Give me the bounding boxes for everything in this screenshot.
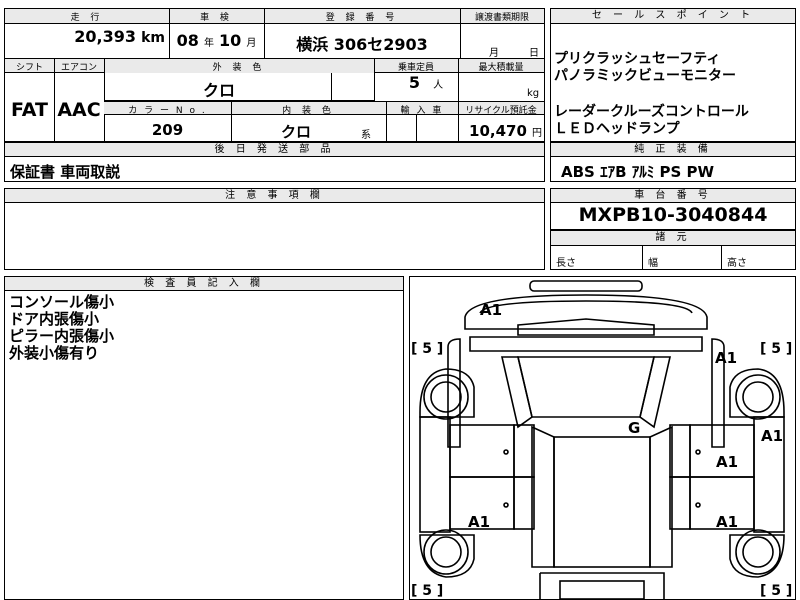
vehicle-info-table: 走 行 車 検 登 録 番 号 譲渡書類期限 20,393 km 08 年 10… <box>4 8 545 142</box>
later-parts-section: 後 日 発 送 部 品 保証書 車両取説 <box>4 142 545 182</box>
damage-mark-a1: A1 <box>715 349 738 367</box>
transfer-deadline-label: 譲渡書類期限 <box>474 13 529 23</box>
max-load-unit: kg <box>527 88 540 99</box>
exterior-color-label: 外 装 色 <box>212 63 266 73</box>
spec-length-label: 長さ <box>556 258 576 269</box>
notes-header: 注 意 事 項 欄 <box>5 189 544 203</box>
capacity-value-cell: 5 人 <box>374 73 458 92</box>
notes-section: 注 意 事 項 欄 <box>4 188 545 270</box>
tyre-depth-rear-right: [ 5 ] <box>760 583 793 599</box>
interior-suffix: 系 <box>361 130 371 141</box>
damage-mark-a1: A1 <box>716 453 739 471</box>
tyre-depth-rear-left: [ 5 ] <box>411 583 444 599</box>
shift-value: FAT <box>11 99 48 121</box>
transfer-day-unit: 日 <box>529 48 539 59</box>
shift-label: シフト <box>15 63 43 73</box>
inspection-label: 車 検 <box>200 13 233 23</box>
chassis-number: MXPB10-3040844 <box>578 204 768 226</box>
recycle-value-cell: 10,470 円 <box>458 121 542 140</box>
transfer-month-unit: 月 <box>489 48 499 59</box>
month-unit: 月 <box>246 38 257 49</box>
damage-mark-a1: A1 <box>761 427 784 445</box>
tyre-depth-front-left: [ 5 ] <box>411 341 444 357</box>
mileage-value: 20,393 <box>74 27 136 46</box>
inspector-line: ピラー内張傷小 <box>9 327 115 345</box>
color-no-label: カ ラ ー N o . <box>128 106 207 116</box>
specs-header: 諸 元 <box>551 231 795 246</box>
sales-line: ＬＥＤヘッドランプ <box>554 121 680 137</box>
exterior-color-value: クロ <box>202 81 235 100</box>
inspection-value-cell: 08 年 10 月 <box>169 31 264 50</box>
damage-mark-a1: A1 <box>468 513 491 531</box>
car-diagram: A1 A1 A1 A1 A1 A1 G [ 5 ] [ 5 ] [ 5 ] [ … <box>409 276 796 600</box>
chassis-section: 車 台 番 号 MXPB10-3040844 <box>550 188 796 230</box>
interior-color-value: クロ <box>280 123 311 141</box>
import-label: 輸 入 車 <box>400 106 444 116</box>
specs-section: 諸 元 長さ 幅 高さ <box>550 230 796 270</box>
mileage-label: 走 行 <box>70 13 104 23</box>
later-parts-value: 保証書 車両取説 <box>10 163 121 181</box>
chassis-header: 車 台 番 号 <box>551 189 795 203</box>
mileage-unit: km <box>141 30 165 46</box>
capacity-unit: 人 <box>433 80 444 91</box>
sales-line: パノラミックビューモニター <box>554 68 736 84</box>
inspector-line: コンソール傷小 <box>9 293 115 311</box>
color-no-value: 209 <box>151 121 184 139</box>
damage-mark-g: G <box>628 419 641 437</box>
capacity-label: 乗車定員 <box>397 63 434 73</box>
sales-point-section: セ ー ル ス ポ イ ン ト プリクラッシュセーフティ パノラミックビューモニ… <box>550 8 796 142</box>
damage-mark-a1: A1 <box>480 301 503 319</box>
plate-number: 横浜 306セ2903 <box>296 35 428 54</box>
inspector-line: ドア内張傷小 <box>9 310 100 328</box>
sales-point-header: セ ー ル ス ポ イ ン ト <box>551 9 795 24</box>
sales-line: レーダークルーズコントロール <box>554 104 749 120</box>
recycle-label: リサイクル預託金 <box>465 106 537 116</box>
equipment-header: 純 正 装 備 <box>551 143 795 157</box>
recycle-value: 10,470 <box>469 122 527 140</box>
max-load-label: 最大積載量 <box>478 63 524 73</box>
tyre-depth-front-right: [ 5 ] <box>760 341 793 357</box>
mileage-value-cell: 20,393 km <box>5 27 165 46</box>
interior-color-label: 内 装 色 <box>282 106 335 116</box>
capacity-value: 5 <box>408 73 421 92</box>
inspector-section: 検 査 員 記 入 欄 コンソール傷小 ドア内張傷小 ピラー内張傷小 外装小傷有… <box>4 276 404 600</box>
recycle-unit: 円 <box>532 128 542 139</box>
aircon-label: エアコン <box>60 63 97 73</box>
car-outline-icon <box>419 280 785 599</box>
inspector-line: 外装小傷有り <box>9 344 100 362</box>
damage-mark-a1: A1 <box>716 513 739 531</box>
equipment-section: 純 正 装 備 ABS ｴｱB ｱﾙﾐ PS PW <box>550 142 796 182</box>
spec-height-label: 高さ <box>727 258 747 269</box>
spec-width-label: 幅 <box>648 258 658 269</box>
equipment-value: ABS ｴｱB ｱﾙﾐ PS PW <box>561 163 715 181</box>
sales-line: プリクラッシュセーフティ <box>554 51 721 67</box>
registration-label: 登 録 番 号 <box>325 13 399 23</box>
inspector-header: 検 査 員 記 入 欄 <box>5 277 403 291</box>
aircon-value: AAC <box>57 99 101 121</box>
year-unit: 年 <box>203 38 214 49</box>
inspection-month: 10 <box>219 31 242 50</box>
later-parts-header: 後 日 発 送 部 品 <box>5 143 544 157</box>
inspection-year: 08 <box>176 31 199 50</box>
